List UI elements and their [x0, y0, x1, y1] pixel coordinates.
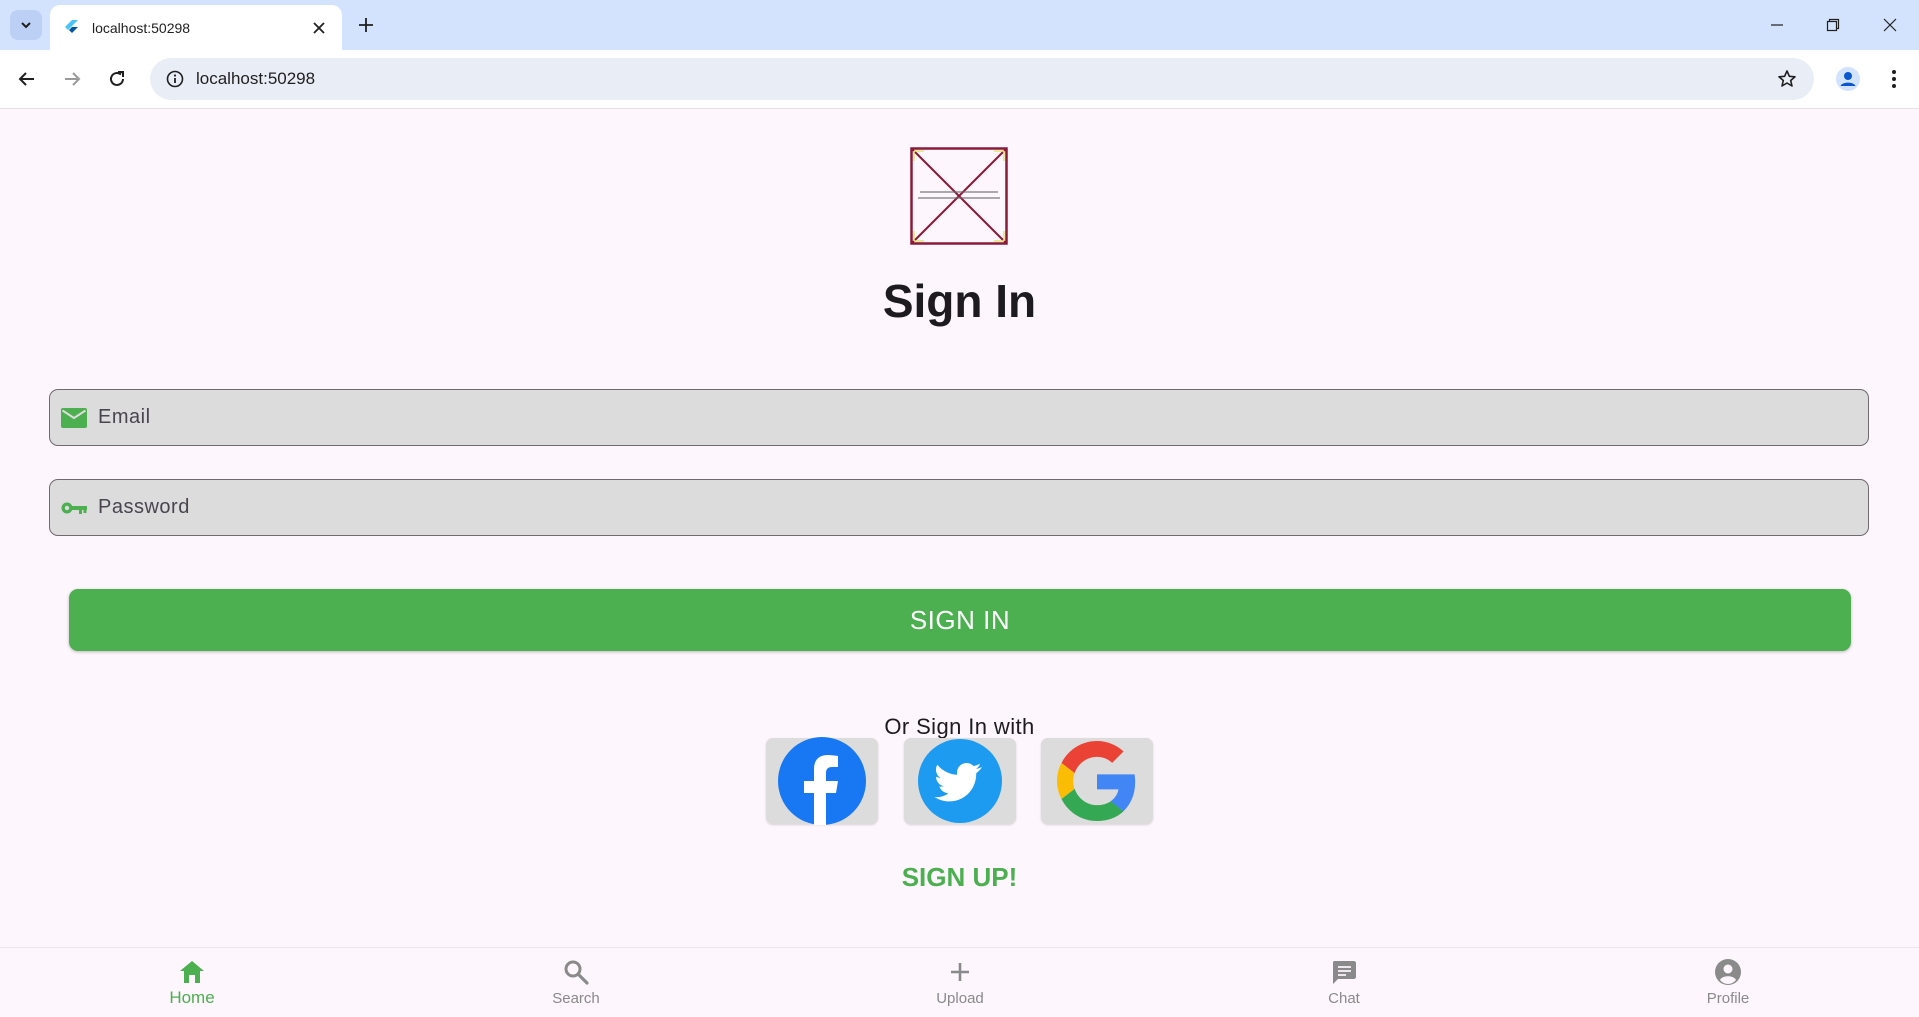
tab-title: localhost:50298: [92, 19, 191, 36]
url-text: localhost:50298: [196, 69, 316, 88]
nav-label-profile: Profile: [1706, 990, 1750, 1007]
bookmark-star-icon[interactable]: [1776, 68, 1798, 90]
browser-menu-button[interactable]: [1877, 62, 1911, 96]
nav-label-upload: Upload: [936, 990, 984, 1007]
minimize-icon: [1771, 24, 1783, 26]
sign-in-button[interactable]: SIGN IN: [69, 589, 1851, 651]
email-field[interactable]: [49, 389, 1869, 446]
facebook-icon: [778, 737, 866, 825]
restore-button[interactable]: [1813, 10, 1853, 40]
reload-button[interactable]: [100, 62, 134, 96]
sign-up-link[interactable]: SIGN UP!: [0, 862, 1919, 893]
page-title: Sign In: [882, 275, 1037, 327]
avatar-icon: [1836, 67, 1860, 91]
search-icon: [562, 958, 590, 986]
nav-item-chat[interactable]: Chat: [1244, 948, 1444, 1017]
plus-icon: [359, 18, 373, 32]
password-input[interactable]: [98, 480, 1848, 534]
email-input[interactable]: [98, 390, 1848, 444]
browser-tab[interactable]: localhost:50298: [50, 5, 342, 50]
close-icon: [1883, 18, 1897, 32]
home-icon: [178, 958, 206, 986]
or-sign-in-with-label: Or Sign In with: [884, 714, 1035, 739]
arrow-right-icon: [65, 72, 81, 86]
chat-icon: [1330, 958, 1358, 986]
reload-icon: [110, 71, 124, 86]
twitter-icon: [918, 739, 1002, 823]
nav-item-upload[interactable]: Upload: [860, 948, 1060, 1017]
nav-item-search[interactable]: Search: [476, 948, 676, 1017]
browser-profile-button[interactable]: [1831, 62, 1865, 96]
twitter-login-button[interactable]: [904, 738, 1016, 824]
app-page: Sign In SIGN IN Or Sign In with: [0, 109, 1919, 1016]
chevron-down-icon: [21, 22, 31, 29]
back-button[interactable]: [10, 62, 44, 96]
facebook-login-button[interactable]: [766, 737, 878, 825]
google-icon: [1057, 741, 1136, 821]
browser-tab-bar: localhost:50298: [0, 0, 1919, 50]
nav-label-search: Search: [552, 990, 600, 1007]
mail-icon: [60, 405, 88, 431]
site-info-icon[interactable]: [164, 68, 186, 90]
nav-item-profile[interactable]: Profile: [1628, 948, 1828, 1017]
tab-search-button[interactable]: [10, 10, 42, 40]
profile-icon: [1714, 958, 1742, 986]
new-tab-button[interactable]: [353, 12, 379, 38]
close-window-button[interactable]: [1870, 10, 1910, 40]
broken-logo-image: [910, 147, 1008, 245]
kebab-menu-icon: [1892, 70, 1896, 88]
close-tab-icon[interactable]: [308, 17, 330, 39]
restore-icon: [1826, 18, 1840, 32]
forward-button[interactable]: [55, 62, 89, 96]
flutter-icon: [64, 19, 80, 36]
nav-item-home[interactable]: Home: [92, 948, 292, 1017]
bottom-navigation-bar: Home Search Upload Chat Profile: [0, 947, 1919, 1017]
key-icon: [60, 495, 88, 521]
arrow-left-icon: [18, 72, 34, 86]
plus-icon: [946, 958, 974, 986]
address-bar[interactable]: localhost:50298: [150, 58, 1814, 100]
browser-toolbar: localhost:50298: [0, 50, 1919, 109]
nav-label-home: Home: [169, 988, 215, 1007]
password-field[interactable]: [49, 479, 1869, 536]
google-login-button[interactable]: [1041, 738, 1153, 824]
nav-label-chat: Chat: [1328, 990, 1360, 1007]
minimize-button[interactable]: [1757, 10, 1797, 40]
